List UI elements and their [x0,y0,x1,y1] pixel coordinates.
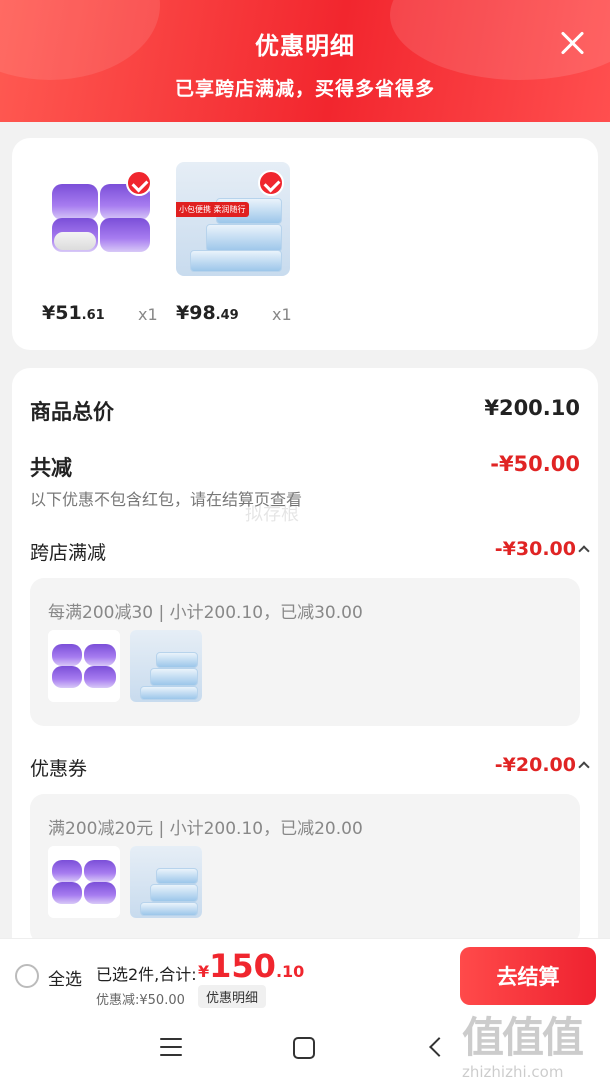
page-title: 优惠明细 [255,32,355,60]
checkout-button[interactable]: 去结算 [460,947,596,1005]
select-all-radio[interactable] [15,964,39,988]
selected-check-icon[interactable] [126,170,152,196]
total-price-label: 商品总价 [30,400,114,424]
discount-amount: 优惠减:¥50.00 [96,993,185,1008]
cross-store-discount-label[interactable]: 跨店满减 [30,538,106,565]
select-all-label[interactable]: 全选 [48,965,82,990]
mini-thumbnail-wipes [130,630,202,702]
selected-products-card: 小包便携 柔润随行 ¥51.61 x1 ¥98.49 x1 [12,138,598,350]
product-thumbnail-wipes[interactable]: 小包便携 柔润随行 [176,162,290,276]
product-price: ¥51.61 [42,302,105,324]
total-price-value: ¥200.10 [484,396,580,420]
checkout-bar: 全选 已选2件,合计: ¥150.10 优惠减:¥50.00 优惠明细 去结算 [0,938,610,1012]
back-icon[interactable] [429,1037,449,1057]
coupon-label[interactable]: 优惠券 [30,754,87,781]
mini-thumbnail-wipes [130,846,202,918]
total-reduce-label: 共减 [30,456,72,480]
product-quantity: x1 [138,305,158,324]
close-icon[interactable] [558,28,588,58]
header: 优惠明细 已享跨店满减，买得多省得多 [0,0,610,122]
coupon-rule-text: 满200减20元 | 小计200.10，已减20.00 [48,819,363,839]
chevron-up-icon[interactable] [578,545,590,557]
center-watermark: 拟存根 [245,504,299,525]
cross-store-discount-value[interactable]: -¥30.00 [495,538,576,560]
discount-detail-button[interactable]: 优惠明细 [198,985,267,1008]
product-quantity: x1 [272,305,292,324]
mini-thumbnail-tissue [48,846,120,918]
discount-rule-text: 每满200减30 | 小计200.10，已减30.00 [48,603,363,623]
wipes-tag: 小包便携 柔润随行 [176,202,249,217]
coupon-value[interactable]: -¥20.00 [495,754,576,776]
chevron-up-icon[interactable] [578,761,590,773]
discount-detail-card: 商品总价 ¥200.10 共减 -¥50.00 以下优惠不包含红包，请在结算页查… [12,368,598,968]
total-reduce-value: -¥50.00 [490,452,580,476]
product-price: ¥98.49 [176,302,239,324]
total-amount: ¥150.10 [198,947,305,985]
site-watermark: 值值值 zhizhizhi.com [462,1004,604,1082]
selected-check-icon[interactable] [258,170,284,196]
product-thumbnail-tissue[interactable] [44,162,158,276]
menu-icon[interactable] [160,1038,182,1058]
page-subtitle: 已享跨店满减，买得多省得多 [174,78,435,100]
coupon-detail: 满200减20元 | 小计200.10，已减20.00 [30,794,580,944]
cross-store-discount-detail: 每满200减30 | 小计200.10，已减30.00 [30,578,580,726]
selected-count: 已选2件,合计: [96,965,197,984]
watermark-url: zhizhizhi.com [462,1063,564,1081]
watermark-logo: 值值值 [462,1013,584,1062]
mini-thumbnail-tissue [48,630,120,702]
home-icon[interactable] [293,1037,315,1059]
